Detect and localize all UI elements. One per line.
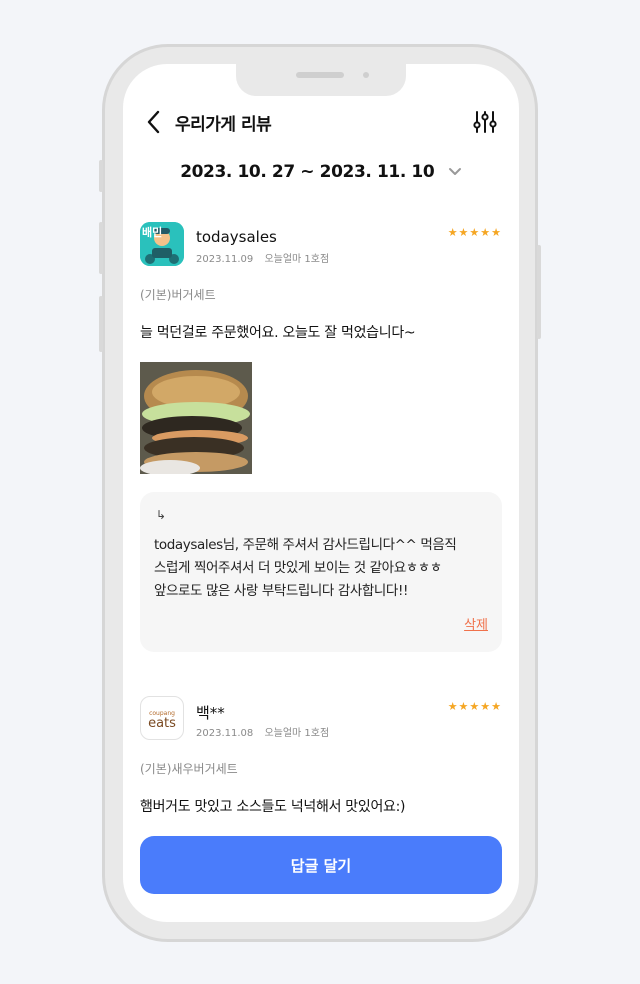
phone-notch bbox=[236, 64, 406, 96]
reply-line: todaysales님, 주문해 주셔서 감사드립니다^^ 먹음직 bbox=[154, 537, 457, 553]
phone-side-button bbox=[99, 160, 103, 192]
review-date: 2023.11.09 bbox=[196, 254, 254, 265]
page-title: 우리가게 리뷰 bbox=[175, 115, 272, 135]
review-meta: 2023.11.08 오늘얼마 1호점 bbox=[196, 724, 329, 739]
reply-line: 스럽게 찍어주셔서 더 맛있게 보이는 것 같아요ㅎㅎㅎ bbox=[154, 560, 442, 576]
reply-arrow-icon: ↳ bbox=[156, 508, 167, 522]
phone-side-button bbox=[537, 245, 541, 339]
review-date: 2023.11.08 bbox=[196, 728, 254, 739]
speaker-grille bbox=[296, 72, 344, 78]
review-photo[interactable] bbox=[140, 362, 252, 474]
phone-screen: 우리가게 리뷰 2023. 10. 27 ~ 2023. 11. 10 배민 t… bbox=[123, 64, 519, 922]
coupang-eats-logo: coupang eats bbox=[140, 696, 184, 740]
baemin-logo: 배민 bbox=[140, 222, 184, 266]
delete-reply-link[interactable]: 삭제 bbox=[464, 614, 488, 633]
date-range-selector[interactable]: 2023. 10. 27 ~ 2023. 11. 10 bbox=[123, 162, 519, 182]
front-camera bbox=[363, 72, 369, 78]
app-header: 우리가게 리뷰 bbox=[123, 104, 519, 140]
filter-sliders-icon[interactable] bbox=[473, 109, 497, 135]
owner-reply-text: todaysales님, 주문해 주셔서 감사드립니다^^ 먹음직 스럽게 찍어… bbox=[154, 534, 494, 603]
review-card: coupang eats 백** 2023.11.08 오늘얼마 1호점 ★★★… bbox=[140, 696, 502, 826]
write-reply-button[interactable]: 답글 달기 bbox=[140, 836, 502, 894]
review-card: 배민 todaysales 2023.11.09 오늘얼마 1호점 ★★★★★ … bbox=[140, 222, 502, 482]
owner-reply-box: ↳ todaysales님, 주문해 주셔서 감사드립니다^^ 먹음직 스럽게 … bbox=[140, 492, 502, 652]
reply-line: 앞으로도 많은 사랑 부탁드립니다 감사합니다!! bbox=[154, 583, 408, 599]
store-name: 오늘얼마 1호점 bbox=[264, 254, 330, 265]
date-range-label: 2023. 10. 27 ~ 2023. 11. 10 bbox=[180, 162, 435, 182]
platform-logo-large: eats bbox=[148, 716, 176, 731]
store-name: 오늘얼마 1호점 bbox=[264, 728, 330, 739]
phone-side-button bbox=[99, 296, 103, 352]
phone-side-button bbox=[99, 222, 103, 274]
chevron-down-icon bbox=[448, 168, 461, 175]
star-rating: ★★★★★ bbox=[447, 700, 502, 713]
review-meta: 2023.11.09 오늘얼마 1호점 bbox=[196, 250, 329, 265]
ordered-menu: (기본)새우버거세트 bbox=[140, 762, 238, 776]
star-rating: ★★★★★ bbox=[447, 226, 502, 239]
reviewer-name: 백** bbox=[196, 704, 225, 722]
review-text: 늘 먹던걸로 주문했어요. 오늘도 잘 먹었습니다~ bbox=[140, 325, 416, 341]
ordered-menu: (기본)버거세트 bbox=[140, 288, 216, 302]
platform-logo-text: 배민 bbox=[142, 225, 162, 239]
reviewer-name: todaysales bbox=[196, 228, 277, 246]
back-arrow-icon[interactable] bbox=[143, 109, 165, 135]
review-text: 햄버거도 맛있고 소스들도 넉넉해서 맛있어요:) bbox=[140, 799, 406, 815]
